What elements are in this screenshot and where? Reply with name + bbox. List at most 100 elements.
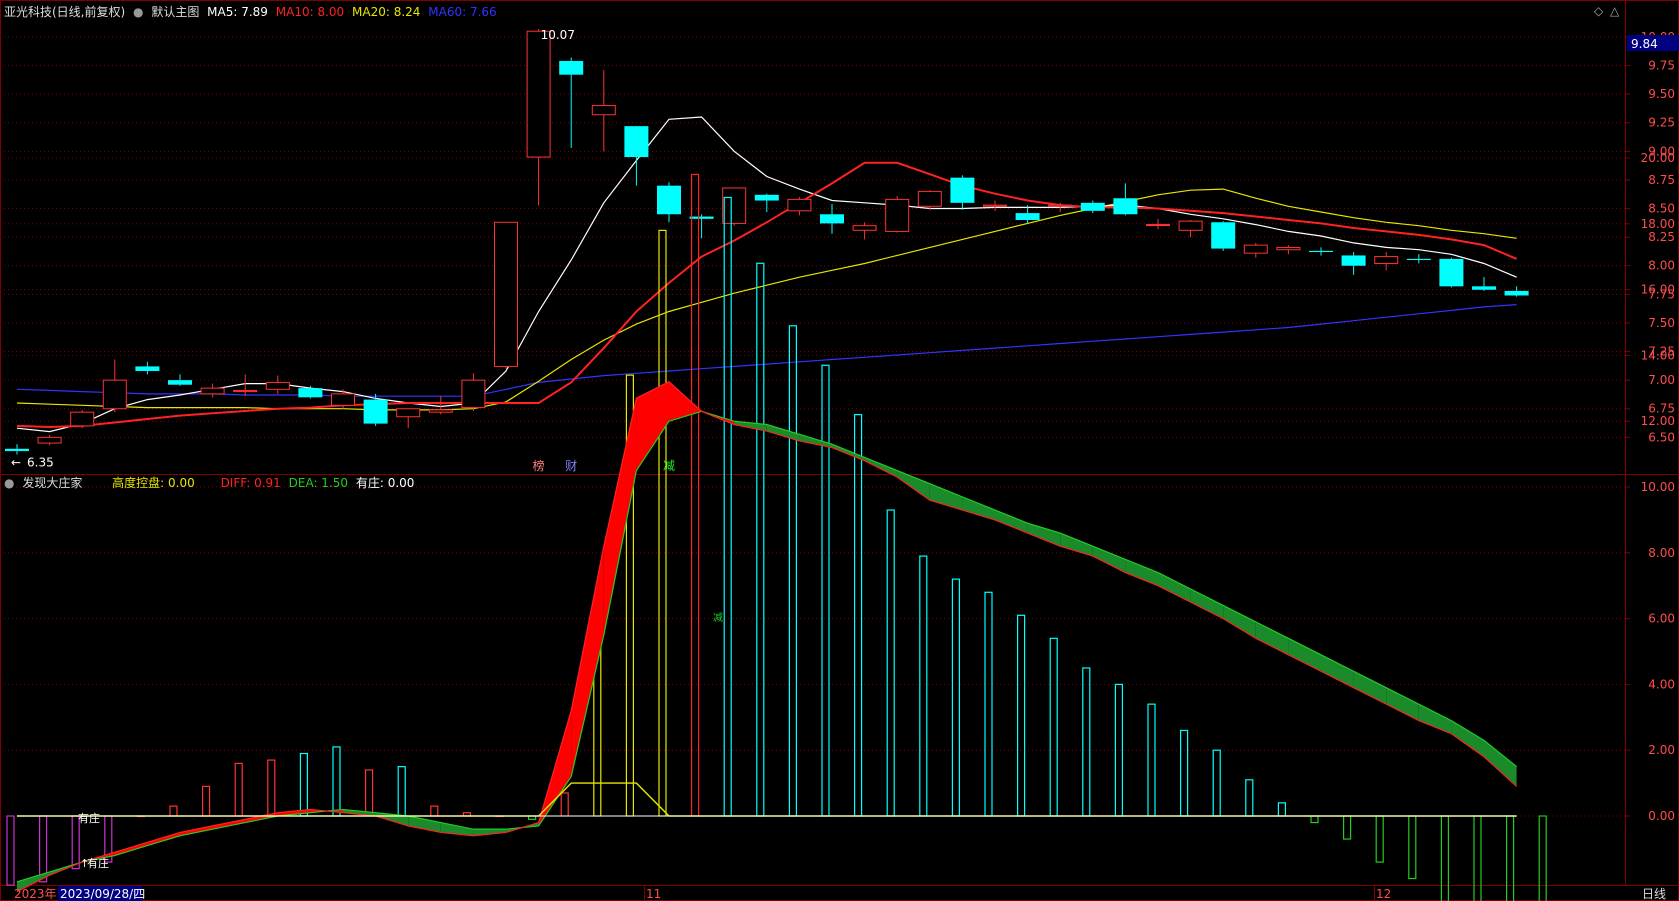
candle xyxy=(1113,183,1138,216)
indicator-bar xyxy=(1440,815,1450,901)
ma60-line xyxy=(16,304,1517,397)
indicator-tick-label: 18.00 xyxy=(1641,217,1675,231)
price-tick-label: 9.75 xyxy=(1648,59,1675,73)
candle-body xyxy=(1406,258,1431,261)
candle xyxy=(1341,252,1366,275)
price-tick-label: 8.25 xyxy=(1648,230,1675,244)
event-mark-jian[interactable]: 减 xyxy=(663,459,675,473)
candle xyxy=(591,70,616,152)
candle-body xyxy=(1439,258,1464,287)
candle xyxy=(70,409,95,429)
youzhuang-label-top: 有庄 xyxy=(78,811,100,825)
candle-body xyxy=(1374,256,1399,264)
indicator-bar xyxy=(1310,815,1319,824)
ribbon-segment xyxy=(571,546,604,777)
candle xyxy=(363,393,388,426)
candle-body xyxy=(1211,222,1236,249)
ribbon-segment xyxy=(1321,654,1354,688)
diamond-icon[interactable]: ◇ xyxy=(1594,4,1603,18)
price-tick-label: 7.00 xyxy=(1648,373,1675,387)
dea-value: DEA: 1.50 xyxy=(288,476,349,490)
ribbon-segment xyxy=(1386,687,1419,721)
candle xyxy=(494,221,518,369)
candle-body xyxy=(1178,220,1203,231)
candle-body xyxy=(559,60,584,75)
stock-title[interactable]: 亚光科技(日线,前复权) xyxy=(4,5,125,19)
candle xyxy=(983,200,1007,211)
indicator-tick-label: 12.00 xyxy=(1641,414,1675,428)
candle-body xyxy=(885,198,910,232)
indicator-bar xyxy=(951,578,961,817)
candle-body xyxy=(363,399,388,424)
indicator-selector-icon[interactable]: ● xyxy=(4,476,14,490)
indicator-bar xyxy=(1016,614,1026,817)
ribbon-segment xyxy=(1190,588,1224,619)
candle xyxy=(135,361,160,375)
candle-body xyxy=(591,105,616,116)
candle-body xyxy=(754,194,779,201)
indicator-bar xyxy=(984,591,993,817)
candle xyxy=(102,359,127,413)
indicator-bar xyxy=(332,746,341,817)
price-tick-label: 8.50 xyxy=(1648,202,1675,216)
candle xyxy=(1374,252,1399,271)
indicator-bar xyxy=(397,766,406,817)
candle xyxy=(1439,257,1464,288)
candle xyxy=(37,435,62,446)
candle xyxy=(526,28,551,206)
candle xyxy=(722,187,747,226)
candle xyxy=(917,190,942,210)
candle xyxy=(168,374,192,386)
candle xyxy=(624,126,649,186)
time-axis-month-11: 11 xyxy=(646,887,661,901)
candle-body xyxy=(852,225,877,231)
candle xyxy=(265,375,290,394)
candle-body xyxy=(1113,198,1138,215)
candle-body xyxy=(526,30,551,158)
candle-body xyxy=(461,379,486,409)
ribbon-segment xyxy=(669,381,702,422)
candle-body xyxy=(1015,213,1040,220)
kline-chart-canvas[interactable]: 10.009.759.509.259.008.758.508.258.007.7… xyxy=(0,0,1679,901)
indicator-bar xyxy=(1505,815,1515,901)
indicator-bar xyxy=(886,509,895,817)
main-chart-label[interactable]: 默认主图 xyxy=(151,5,199,19)
ribbon-segment xyxy=(1125,559,1158,586)
indicator-bar xyxy=(1049,637,1058,817)
period-label[interactable]: 日线 xyxy=(1642,887,1666,901)
indicator-tick-label: 0.00 xyxy=(1648,809,1675,823)
indicator-tick-label: 20.00 xyxy=(1641,151,1675,165)
candle xyxy=(559,57,584,148)
indicator-tick-label: 16.00 xyxy=(1641,283,1675,297)
candle-body xyxy=(624,126,649,158)
candle-body xyxy=(1341,255,1366,266)
moving-average-lines xyxy=(16,116,1517,433)
main-chart-selector-icon[interactable]: ● xyxy=(133,5,143,19)
indicator-bar xyxy=(430,805,439,817)
event-mark-cai[interactable]: 财 xyxy=(565,459,577,473)
candle xyxy=(1504,286,1529,297)
indicator-name[interactable]: 发现大庄家 xyxy=(22,476,82,490)
control-value: 高度控盘: 0.00 xyxy=(112,476,195,490)
indicator-bar xyxy=(1212,749,1221,817)
candle xyxy=(787,197,812,216)
indicator-bar xyxy=(1082,667,1091,817)
candle xyxy=(1309,247,1333,256)
ma20-value: MA20: 8.24 xyxy=(352,5,421,19)
expand-up-icon[interactable]: △ xyxy=(1610,4,1619,18)
candle-body xyxy=(983,204,1007,207)
candle-body xyxy=(689,216,714,219)
candle xyxy=(1080,200,1105,214)
candle-body xyxy=(102,379,127,410)
indicator-bar xyxy=(1342,815,1352,840)
candle xyxy=(1472,277,1496,291)
candle xyxy=(298,385,323,399)
candle-body xyxy=(657,185,681,215)
candle xyxy=(396,408,421,429)
event-mark-bang[interactable]: 榜 xyxy=(533,458,545,473)
candle xyxy=(5,444,29,455)
indicator-header: ● 发现大庄家 高度控盘: 0.00 DIFF: 0.91 DEA: 1.50 … xyxy=(4,476,418,490)
candle xyxy=(200,383,225,398)
ma60-value: MA60: 7.66 xyxy=(428,5,497,19)
indicator-bar xyxy=(202,785,211,817)
